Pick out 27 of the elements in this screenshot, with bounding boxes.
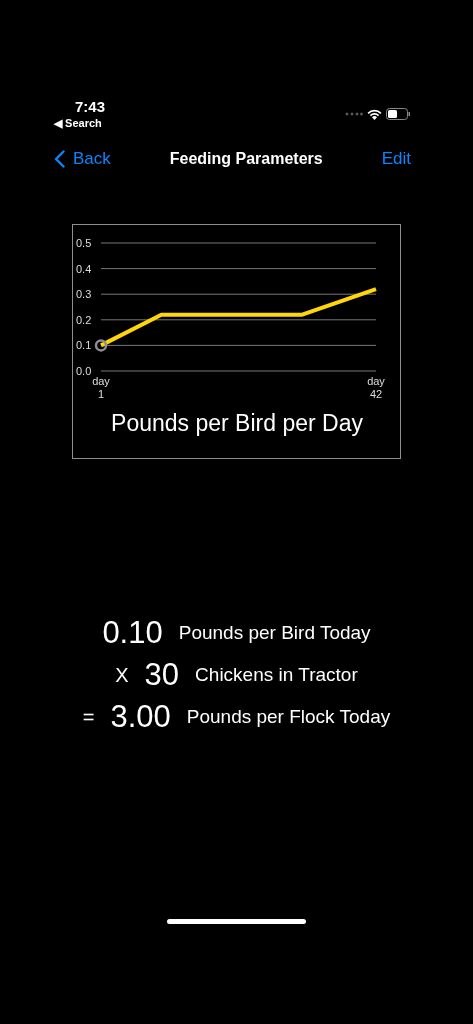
operator-sign: X (115, 663, 129, 688)
y-axis-label: 0.5 (76, 237, 92, 249)
back-to-app-link[interactable]: ◀ Search (54, 116, 106, 130)
back-button[interactable]: Back (54, 146, 111, 172)
wifi-icon (367, 108, 382, 120)
chart-title: Pounds per Bird per Day (111, 410, 363, 436)
status-time: 7:43 (75, 98, 106, 116)
screen-title: Feeding Parameters (169, 149, 323, 169)
value-label: Chickens in Tractor (195, 662, 358, 687)
x-axis-label: day 42 (367, 375, 385, 400)
point-marker[interactable] (94, 339, 108, 352)
value-label: Pounds per Bird Today (178, 620, 371, 645)
battery-icon (386, 108, 411, 120)
edit-button[interactable]: Edit (381, 146, 411, 172)
y-axis-label: 0.1 (76, 339, 92, 352)
y-axis-label: 0.4 (76, 262, 92, 275)
chevron-left-icon (54, 150, 65, 168)
value-text: 0.10 (102, 614, 163, 652)
x-axis-label: day 1 (92, 375, 110, 400)
signal-icon (345, 112, 363, 116)
y-axis-label: 0.0 (76, 365, 92, 377)
y-axis-label: 0.3 (76, 288, 92, 301)
value-label: Pounds per Flock Today (186, 704, 391, 729)
operator-sign: = (82, 705, 95, 730)
y-axis-label: 0.2 (76, 313, 92, 326)
value-text: 3.00 (110, 698, 171, 736)
value-text: 30 (144, 656, 180, 694)
